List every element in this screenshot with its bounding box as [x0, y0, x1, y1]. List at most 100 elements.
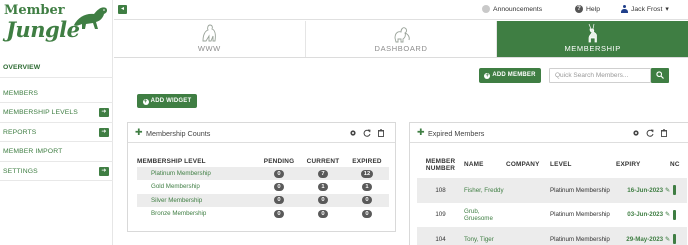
column-header: NAME [464, 161, 484, 168]
widget-header: ✚ Expired Members [410, 123, 688, 143]
table-header-row: MEMBERSHIP LEVEL PENDING CURRENT EXPIRED [137, 155, 389, 167]
user-menu[interactable]: Jack Frost ▾ [621, 5, 669, 13]
tabs-divider [114, 57, 688, 58]
tab-www[interactable]: WWW [114, 21, 306, 58]
expand-icon[interactable]: ✚ [135, 128, 143, 137]
trash-icon[interactable] [377, 129, 385, 137]
tab-label: WWW [197, 44, 221, 53]
gear-icon[interactable] [349, 129, 357, 137]
announcements-link[interactable]: Announcements [482, 5, 542, 13]
table-row[interactable]: Platinum Membership 0 7 12 [137, 167, 389, 181]
arrow-right-icon[interactable]: ➜ [99, 127, 109, 137]
membership-level: Platinum Membership [137, 167, 257, 181]
tab-membership[interactable]: MEMBERSHIP [497, 21, 688, 58]
member-number: 104 [417, 227, 464, 245]
chevron-left-icon[interactable]: ◂ [118, 5, 127, 14]
widget-tools [349, 129, 385, 137]
logo-word-member: Member [4, 3, 65, 18]
pending-count[interactable]: 0 [274, 182, 284, 191]
tab-label: MEMBERSHIP [564, 44, 621, 53]
add-widget-label: ADD WIDGET [150, 98, 192, 104]
column-header: COMPANY [506, 161, 540, 168]
plus-icon: + [484, 72, 491, 79]
current-count[interactable]: 7 [318, 169, 328, 178]
row-action-button[interactable] [673, 209, 676, 220]
tab-label: DASHBOARD [374, 44, 428, 53]
widget-tools [632, 129, 668, 137]
table-row[interactable]: 109 Grub, Gruesome Platinum Membership 0… [417, 203, 687, 228]
column-header: LEVEL [550, 161, 572, 168]
sidebar-item-membership-levels[interactable]: MEMBERSHIP LEVELS ➜ [0, 103, 113, 123]
refresh-icon[interactable] [363, 129, 371, 137]
pending-count[interactable]: 0 [274, 209, 284, 218]
widget-title: Expired Members [428, 129, 485, 138]
sidebar-item-label: OVERVIEW [3, 64, 41, 71]
add-member-button[interactable]: + ADD MEMBER [479, 68, 541, 83]
expiry-date: 03-Jun-2023 [627, 211, 664, 219]
member-jungle-logo[interactable]: Member Jungle [2, 3, 110, 45]
member-company [506, 227, 550, 245]
search-button[interactable] [651, 68, 669, 83]
expired-count[interactable]: 0 [362, 209, 372, 218]
question-icon: ? [575, 5, 583, 13]
arrow-right-icon[interactable]: ➜ [99, 166, 109, 176]
row-action-button[interactable] [673, 185, 676, 196]
tab-dashboard[interactable]: DASHBOARD [305, 21, 498, 58]
member-company [506, 203, 550, 228]
table-row[interactable]: Gold Membership 0 1 1 [137, 180, 389, 193]
table-row[interactable]: Bronze Membership 0 0 0 [137, 207, 389, 220]
sidebar-item-member-import[interactable]: MEMBER IMPORT [0, 142, 113, 162]
table-row[interactable]: Silver Membership 0 0 0 [137, 193, 389, 207]
sidebar-item-settings[interactable]: SETTINGS ➜ [0, 162, 113, 181]
membership-level: Bronze Membership [151, 210, 207, 218]
member-name[interactable]: Fisher, Freddy [464, 178, 506, 203]
pending-count[interactable]: 0 [274, 196, 284, 205]
column-header: EXPIRED [352, 157, 382, 165]
current-count[interactable]: 0 [318, 209, 328, 218]
table-header-row: MEMBER NUMBER NAME COMPANY LEVEL EXPIRY … [417, 151, 687, 178]
help-link[interactable]: ? Help [575, 5, 600, 13]
add-widget-button[interactable]: + ADD WIDGET [137, 94, 197, 108]
member-level: Platinum Membership [550, 227, 610, 245]
jaguar-logo-icon [74, 7, 108, 29]
user-name: Jack Frost [631, 5, 663, 13]
sidebar-item-members[interactable]: MEMBERS [0, 84, 113, 103]
column-header: MEMBERSHIP LEVEL [137, 157, 206, 165]
expired-count[interactable]: 1 [362, 182, 372, 191]
expiry-date: 16-Jun-2023 [627, 186, 664, 194]
trash-icon[interactable] [660, 129, 668, 137]
column-header: MEMBER NUMBER [425, 157, 456, 172]
help-label: Help [586, 5, 600, 13]
table-row[interactable]: 104 Tony, Tiger Platinum Membership 29-M… [417, 227, 687, 245]
quick-search-input[interactable] [549, 68, 651, 83]
current-count[interactable]: 1 [318, 182, 328, 191]
member-name[interactable]: Tony, Tiger [464, 227, 506, 245]
expand-icon[interactable]: ✚ [417, 128, 425, 137]
expired-members-table: MEMBER NUMBER NAME COMPANY LEVEL EXPIRY … [417, 151, 687, 245]
pending-count[interactable]: 0 [274, 169, 284, 178]
arrow-right-icon[interactable]: ➜ [99, 108, 109, 117]
sidebar-item-label: MEMBER IMPORT [3, 148, 63, 155]
sidebar-item-label: MEMBERS [3, 89, 39, 97]
refresh-icon[interactable] [646, 129, 654, 137]
membership-level: Gold Membership [151, 183, 200, 191]
row-action-button[interactable] [673, 234, 676, 245]
expired-count[interactable]: 12 [360, 169, 374, 178]
sidebar-item-reports[interactable]: REPORTS ➜ [0, 123, 113, 142]
gear-icon[interactable] [632, 129, 640, 137]
add-member-label: ADD MEMBER [492, 72, 536, 78]
member-level: Platinum Membership [550, 178, 610, 203]
sidebar-nav: OVERVIEW MEMBERS MEMBERSHIP LEVELS ➜ REP… [0, 58, 113, 181]
widget-title: Membership Counts [146, 129, 211, 138]
current-count[interactable]: 0 [318, 196, 328, 205]
antelope-icon [588, 23, 597, 43]
sidebar-item-label: MEMBERSHIP LEVELS [3, 109, 78, 116]
member-number: 108 [417, 178, 464, 203]
sidebar-item-label: REPORTS [3, 128, 37, 136]
top-bar: ◂ Announcements ? Help Jack Frost ▾ [114, 0, 688, 20]
table-row[interactable]: 108 Fisher, Freddy Platinum Membership 1… [417, 178, 687, 203]
member-name[interactable]: Grub, Gruesome [464, 203, 506, 228]
column-header: EXPIRY [616, 161, 641, 168]
expired-count[interactable]: 0 [362, 196, 372, 205]
sidebar-item-overview[interactable]: OVERVIEW [0, 58, 113, 78]
